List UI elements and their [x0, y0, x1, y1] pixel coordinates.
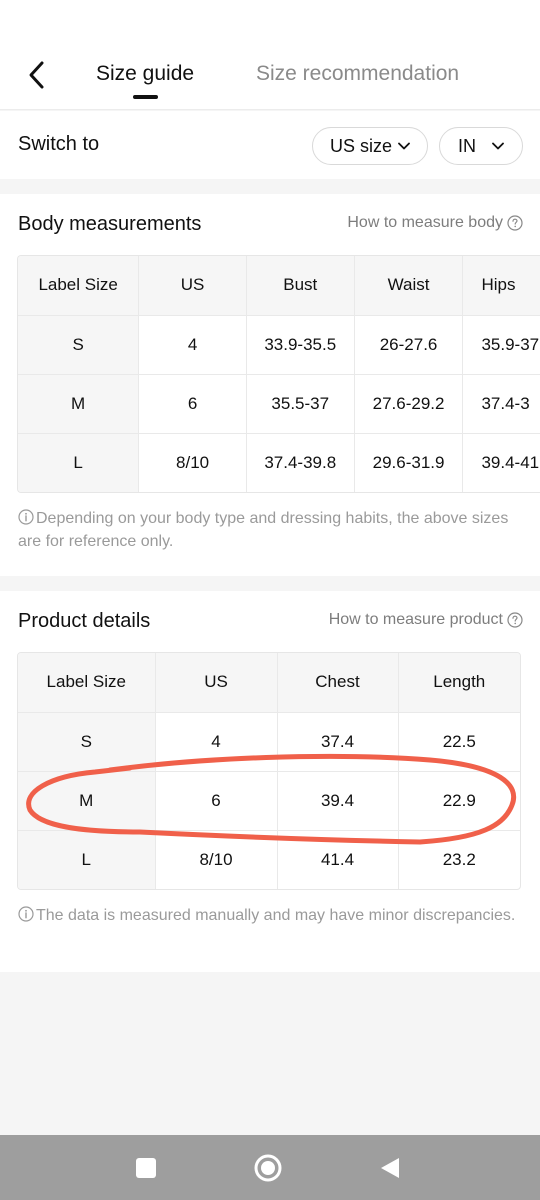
- column-header: US: [155, 653, 278, 713]
- table-cell: 8/10: [155, 830, 278, 889]
- table-cell: 26-27.6: [354, 315, 464, 375]
- product-details-section: Product details How to measure product L…: [0, 591, 540, 972]
- tab-size-guide[interactable]: Size guide: [96, 62, 194, 86]
- switch-row: Switch to US size IN: [0, 111, 540, 179]
- size-system-dropdown[interactable]: US size: [312, 127, 428, 165]
- table-cell: 6: [155, 771, 278, 831]
- table-cell: L: [18, 830, 156, 889]
- table-cell: 35.5-37: [246, 374, 355, 434]
- column-header: Waist: [354, 256, 464, 316]
- size-system-value: US size: [329, 135, 392, 156]
- system-navigation-bar: [0, 1135, 540, 1200]
- body-note: Depending on your body type and dressing…: [18, 507, 523, 553]
- table-cell: L: [18, 433, 140, 492]
- switch-label: Switch to: [18, 133, 100, 155]
- column-header: US: [138, 256, 247, 316]
- table-cell: 29.6-31.9: [354, 433, 464, 492]
- table-row: L 8/10 37.4-39.8 29.6-31.9 39.4-41: [18, 433, 540, 492]
- column-header: Bust: [246, 256, 355, 316]
- section-title: Body measurements: [18, 213, 202, 235]
- table-cell: S: [18, 712, 156, 772]
- column-header: Length: [398, 653, 520, 713]
- table-row: M 6 35.5-37 27.6-29.2 37.4-3: [18, 374, 540, 434]
- table-cell: 37.4-39.8: [246, 433, 355, 492]
- link-label: How to measure body: [347, 214, 503, 231]
- table-cell: 39.4-41: [481, 452, 540, 472]
- body-measurements-table: Label Size US Bust Waist Hips S 4 33.9-3…: [17, 255, 540, 493]
- table-cell: 23.2: [442, 849, 476, 869]
- table-cell: 41.4: [277, 830, 399, 889]
- table-row: S 4 33.9-35.5 26-27.6 35.9-37: [18, 315, 540, 375]
- table-cell: S: [18, 315, 140, 375]
- column-header: Label Size: [18, 256, 140, 316]
- column-header: Label Size: [18, 653, 156, 713]
- back-triangle-icon: [381, 1158, 399, 1178]
- chevron-down-icon: [492, 142, 504, 150]
- help-circle-icon: [507, 612, 523, 628]
- table-cell: 6: [138, 374, 247, 434]
- column-header: Chest: [277, 653, 399, 713]
- table-header-row: Label Size US Bust Waist Hips: [18, 256, 540, 316]
- table-header-row: Label Size US Chest Length: [18, 653, 520, 713]
- home-button[interactable]: [253, 1153, 283, 1183]
- table-cell: 37.4-3: [462, 374, 540, 434]
- table-cell: 27.6-29.2: [354, 374, 464, 434]
- recents-square-icon: [136, 1158, 156, 1178]
- unit-dropdown[interactable]: IN: [439, 127, 523, 165]
- recents-button[interactable]: [131, 1153, 161, 1183]
- table-row: S 4 37.4 22.5: [18, 712, 520, 772]
- table-cell: 37.4: [277, 712, 399, 772]
- table-row: L 8/10 41.4 23.2: [18, 830, 520, 889]
- back-arrow-icon: [29, 61, 44, 89]
- back-button[interactable]: [22, 58, 54, 94]
- back-nav-button[interactable]: [375, 1153, 405, 1183]
- table-cell: M: [18, 374, 140, 434]
- table-cell: 35.9-37: [462, 315, 540, 375]
- table-cell: 4: [155, 712, 278, 772]
- link-label: How to measure product: [328, 611, 503, 628]
- tab-size-recommendation[interactable]: Size recommendation: [256, 62, 459, 86]
- body-measurements-section: Body measurements How to measure body La…: [0, 194, 540, 576]
- chevron-down-icon: [398, 142, 410, 150]
- table-cell: 22.5: [398, 712, 520, 772]
- unit-value: IN: [458, 135, 476, 156]
- how-to-measure-product-link[interactable]: How to measure product: [329, 611, 523, 629]
- product-note: The data is measured manually and may ha…: [18, 904, 523, 927]
- info-icon: [18, 906, 34, 922]
- table-cell: 39.4: [277, 771, 399, 831]
- table-cell: 22.9: [398, 771, 520, 831]
- top-bar: Size guide Size recommendation: [0, 0, 540, 110]
- help-circle-icon: [507, 215, 523, 231]
- table-row: M 6 39.4 22.9: [18, 771, 520, 831]
- table-cell: M: [18, 771, 156, 831]
- active-tab-indicator: [133, 95, 158, 99]
- column-header: Hips: [462, 256, 540, 316]
- table-cell: 33.9-35.5: [246, 315, 355, 375]
- section-title: Product details: [18, 610, 151, 632]
- note-text: The data is measured manually and may ha…: [36, 907, 516, 924]
- product-details-table: Label Size US Chest Length S 4 37.4 22.5…: [17, 652, 521, 890]
- how-to-measure-body-link[interactable]: How to measure body: [347, 214, 523, 232]
- home-circle-icon: [254, 1154, 282, 1182]
- note-text: Depending on your body type and dressing…: [18, 510, 509, 550]
- info-icon: [18, 509, 34, 525]
- table-cell: 8/10: [138, 433, 247, 492]
- table-cell: 4: [138, 315, 247, 375]
